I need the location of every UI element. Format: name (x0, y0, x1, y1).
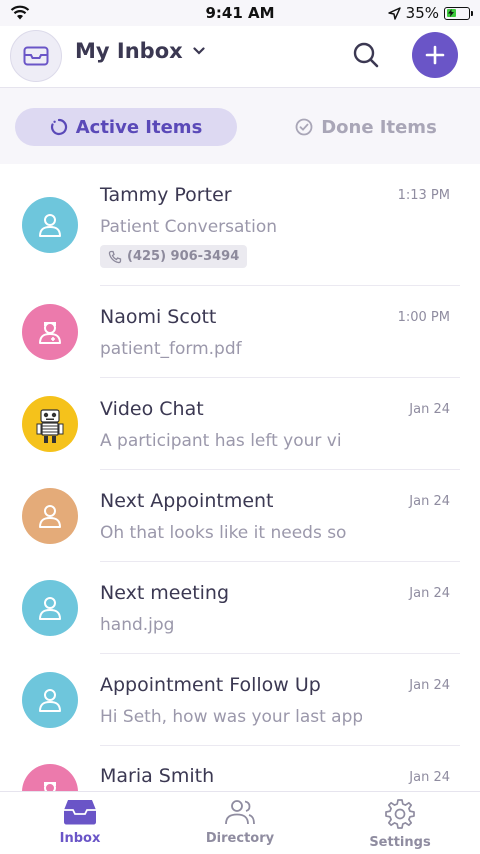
tab-label: Settings (369, 835, 431, 850)
conversation-row[interactable]: Maria Smith Jan 24 (0, 746, 480, 791)
item-filter-tabs: Active Items Done Items (15, 108, 465, 146)
person-icon (39, 214, 61, 237)
conversation-time: Jan 24 (409, 770, 450, 785)
conversation-name: Tammy Porter (100, 184, 232, 206)
conversation-row[interactable]: Next Appointment Oh that looks like it n… (0, 470, 480, 562)
robot-icon (36, 409, 64, 443)
conversation-name: Video Chat (100, 398, 204, 420)
new-conversation-button[interactable] (412, 32, 458, 78)
conversation-preview: Oh that looks like it needs so (100, 523, 347, 543)
avatar (22, 580, 78, 636)
avatar (22, 197, 78, 253)
person-icon (39, 597, 61, 620)
tab-done-items[interactable]: Done Items (255, 108, 477, 146)
provider-icon (39, 322, 61, 344)
conversation-time: Jan 24 (409, 586, 450, 601)
phone-number: (425) 906-3494 (127, 249, 240, 264)
inbox-switcher-icon[interactable] (10, 30, 62, 82)
tab-label: Done Items (321, 116, 437, 138)
phone-icon (108, 250, 122, 263)
avatar (22, 672, 78, 728)
chevron-down-icon (193, 47, 205, 55)
conversation-name: Naomi Scott (100, 306, 217, 328)
spinner-icon (50, 118, 67, 136)
tab-label: Directory (205, 831, 275, 846)
tab-label: Inbox (59, 831, 101, 846)
people-icon (225, 800, 255, 825)
avatar (22, 304, 78, 360)
inbox-selector[interactable]: My Inbox (75, 39, 205, 63)
person-icon (39, 505, 61, 528)
page-title: My Inbox (75, 39, 183, 63)
conversation-preview: patient_form.pdf (100, 339, 242, 359)
conversation-preview: Patient Conversation (100, 217, 277, 237)
conversation-name: Maria Smith (100, 765, 215, 787)
person-icon (39, 689, 61, 712)
provider-icon (44, 782, 56, 791)
plus-icon (425, 45, 445, 65)
avatar (22, 764, 78, 791)
conversation-name: Next meeting (100, 582, 230, 604)
location-arrow-icon (387, 6, 401, 20)
inbox-tray-icon (64, 800, 96, 825)
conversation-name: Next Appointment (100, 490, 274, 512)
conversation-row[interactable]: Appointment Follow Up Hi Seth, how was y… (0, 654, 480, 746)
avatar (22, 396, 78, 452)
avatar (22, 488, 78, 544)
conversation-row[interactable]: Video Chat A participant has left your v… (0, 378, 480, 470)
tab-active-items[interactable]: Active Items (15, 108, 237, 146)
conversation-row[interactable]: Naomi Scott patient_form.pdf 1:00 PM (0, 286, 480, 378)
conversation-preview: Hi Seth, how was your last app (100, 707, 362, 727)
search-icon[interactable] (350, 39, 382, 71)
tab-settings[interactable]: Settings (320, 798, 480, 850)
bottom-tab-bar: Inbox Directory Settings (0, 791, 480, 854)
conversation-time: Jan 24 (409, 494, 450, 509)
tab-directory[interactable]: Directory (160, 798, 320, 846)
conversation-time: Jan 24 (409, 402, 450, 417)
conversation-preview: A participant has left your vi (100, 431, 342, 451)
conversation-row[interactable]: Tammy Porter Patient Conversation 1:13 P… (0, 164, 480, 286)
phone-chip: (425) 906-3494 (100, 245, 248, 268)
status-bar: 9:41 AM 35% (0, 0, 480, 28)
conversation-time: Jan 24 (409, 678, 450, 693)
check-circle-icon (295, 118, 313, 136)
conversation-preview: hand.jpg (100, 615, 175, 635)
conversation-list[interactable]: Tammy Porter Patient Conversation 1:13 P… (0, 164, 480, 791)
tab-inbox[interactable]: Inbox (0, 798, 160, 846)
conversation-time: 1:13 PM (397, 188, 450, 203)
conversation-row[interactable]: Next meeting hand.jpg Jan 24 (0, 562, 480, 654)
tab-label: Active Items (75, 116, 203, 138)
app-header: My Inbox (0, 26, 480, 88)
battery-percent: 35% (405, 4, 439, 22)
conversation-time: 1:00 PM (397, 310, 450, 325)
battery-icon (444, 6, 473, 20)
conversation-name: Appointment Follow Up (100, 674, 321, 696)
gear-icon (385, 799, 415, 829)
